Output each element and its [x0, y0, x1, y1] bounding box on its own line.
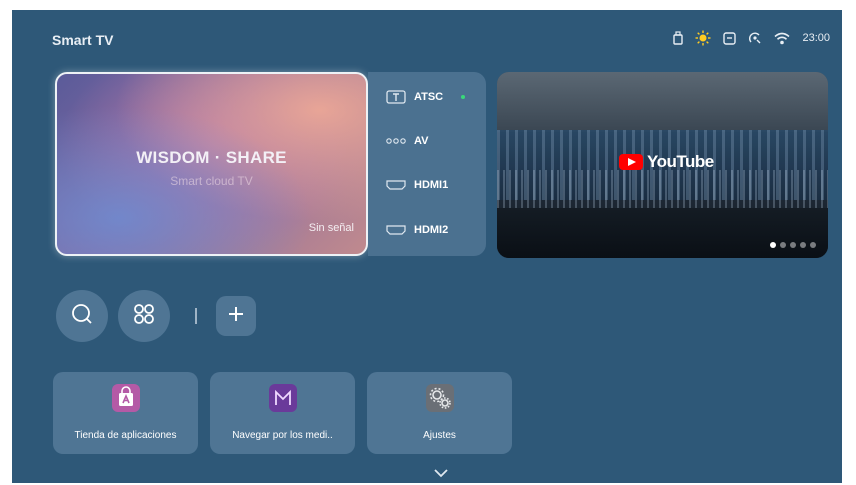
- source-label: HDMI1: [414, 179, 449, 191]
- carousel-dot[interactable]: [770, 242, 776, 248]
- av-dots-icon: [386, 137, 406, 145]
- app-title: Smart TV: [52, 32, 114, 48]
- app-tile-media[interactable]: Navegar por los medi..: [210, 372, 355, 454]
- tv-home-screen: Smart TV 23:00 WISDOM · SHARE Smart clou…: [12, 10, 842, 483]
- wifi-icon: [774, 32, 790, 45]
- hdmi-port-icon: [386, 225, 406, 235]
- apps-grid-icon: [132, 302, 156, 331]
- youtube-play-icon: [619, 154, 643, 170]
- carousel-indicator: [770, 242, 816, 248]
- carousel-dot[interactable]: [780, 242, 786, 248]
- all-apps-button[interactable]: [118, 290, 170, 342]
- app-store-icon: [111, 384, 140, 412]
- app-label: Tienda de aplicaciones: [74, 430, 177, 441]
- no-signal-label: Sin señal: [308, 222, 354, 234]
- source-label: HDMI2: [414, 224, 449, 236]
- add-shortcut-button[interactable]: [216, 296, 256, 336]
- settings-gear-icon: [425, 384, 454, 412]
- app-label: Navegar por los medi..: [232, 430, 333, 441]
- app-tile-settings[interactable]: Ajustes: [367, 372, 512, 454]
- hero-subtitle: Smart cloud TV: [170, 174, 253, 188]
- source-label: ATSC: [414, 91, 444, 103]
- youtube-wordmark: YouTube: [647, 152, 714, 171]
- plus-icon: [227, 305, 245, 328]
- source-hdmi1[interactable]: HDMI1: [386, 177, 448, 193]
- banner-foreground: [497, 208, 828, 258]
- hero-title: WISDOM · SHARE: [136, 148, 287, 167]
- usb-icon: [673, 31, 684, 45]
- source-label: AV: [414, 135, 429, 147]
- youtube-featured-banner[interactable]: YouTube: [497, 72, 828, 258]
- status-bar: 23:00: [673, 30, 830, 46]
- storage-card-icon: [723, 31, 737, 45]
- search-button[interactable]: [56, 290, 108, 342]
- media-browser-icon: [268, 384, 297, 412]
- source-atsc[interactable]: ATSC: [386, 89, 466, 105]
- carousel-dot[interactable]: [800, 242, 806, 248]
- youtube-logo: YouTube: [619, 152, 714, 172]
- banner-city-lights: [497, 170, 828, 210]
- active-source-indicator: [461, 95, 466, 99]
- search-icon: [70, 302, 94, 331]
- clock-time: 23:00: [802, 32, 830, 44]
- toolbar-divider: [195, 308, 197, 324]
- tv-tuner-icon: [386, 90, 406, 104]
- source-av[interactable]: AV: [386, 133, 428, 149]
- hdmi-port-icon: [386, 180, 406, 190]
- app-label: Ajustes: [423, 430, 456, 441]
- network-settings-icon: [748, 31, 762, 45]
- carousel-dot[interactable]: [810, 242, 816, 248]
- app-tile-store[interactable]: Tienda de aplicaciones: [53, 372, 198, 454]
- source-hdmi2[interactable]: HDMI2: [386, 222, 448, 238]
- input-source-list: ATSC AV HDMI1 HDMI2: [368, 72, 486, 256]
- signal-preview-card[interactable]: WISDOM · SHARE Smart cloud TV Sin señal: [55, 72, 368, 256]
- carousel-dot[interactable]: [790, 242, 796, 248]
- banner-sky: [497, 72, 828, 132]
- chevron-down-icon[interactable]: [433, 465, 449, 483]
- weather-sun-icon: [695, 30, 711, 46]
